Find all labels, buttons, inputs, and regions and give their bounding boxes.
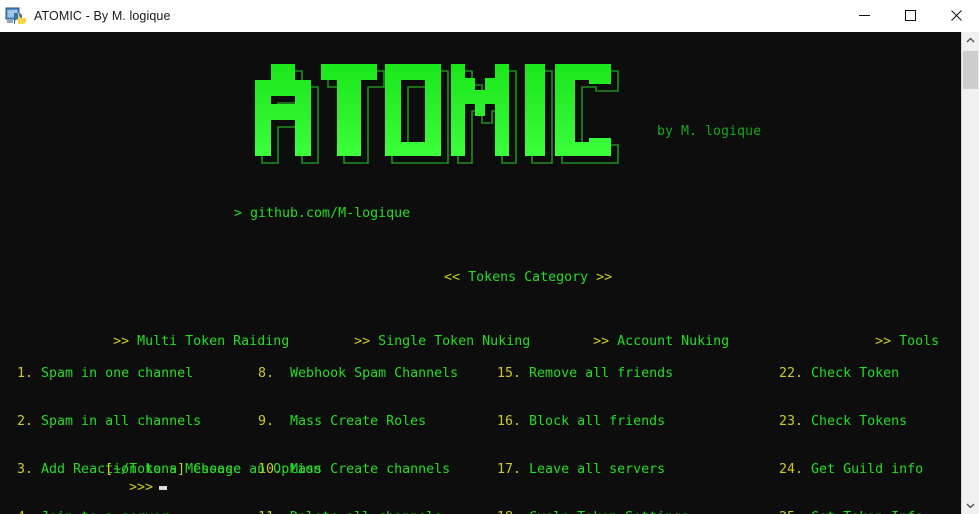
menu-item-number: 25. [779,510,803,514]
maximize-button[interactable] [887,0,933,31]
ascii-banner: by M. logique [255,58,761,168]
menu-item-label: Delete all channels [290,510,442,514]
menu-item[interactable]: 18. Cycle Token Settings [497,510,737,514]
menu-item[interactable]: 17. Leave all servers [497,462,737,478]
menu-item-number: 11. [258,510,282,514]
menu-item[interactable]: 23. Check Tokens [779,414,947,430]
console-area: by M. logique > github.com/M-logique << … [0,32,979,514]
menu-item-number: 2. [17,414,34,429]
menu-item[interactable]: 1. Spam in one channel [17,366,289,382]
menu-column-header: >> Single Token Nuking [258,318,530,349]
github-url-line: > github.com/M-logique [234,206,411,221]
menu-item[interactable]: 22. Check Token [779,366,947,382]
scroll-up-arrow-icon[interactable] [962,32,979,49]
prompt-caret: >>> [129,480,154,495]
menu-item-label: Webhook Spam Channels [290,366,459,381]
menu-column-tools: >> Tools 22. Check Token 23. Check Token… [779,286,947,514]
ascii-logo-atomic [255,64,619,164]
close-button[interactable] [933,0,979,31]
menu-item[interactable]: 25. Get Token Info [779,510,947,514]
menu-item-number: 24. [779,462,804,477]
menu-item-label: Check Token [811,366,900,381]
menu-item-number: 3. [17,462,34,477]
window-title: ATOMIC - By M. logique [34,8,171,23]
menu-item-number: 4. [17,510,33,514]
menu-item[interactable]: 11. Delete all channels [258,510,530,514]
menu-item-number: 9. [258,414,283,429]
menu-item-label: Spam in one channel [41,366,194,381]
menu-item-label: Get Guild info [811,462,924,477]
prompt-message: Choose an Option [185,462,322,477]
menu-item-number: 22. [779,366,804,381]
title-bar: ATOMIC - By M. logique [0,0,979,32]
menu-item-number: 23. [779,414,804,429]
menu-item-label: Check Tokens [811,414,908,429]
header-marker: >> [593,334,610,349]
window-controls [841,0,979,31]
menu-item-number: 17. [497,462,522,477]
terminal-output[interactable]: by M. logique > github.com/M-logique << … [0,32,961,514]
menu-item[interactable]: 8. Webhook Spam Channels [258,366,530,382]
header-marker: >> [113,334,130,349]
menu-item-number: 8. [258,366,283,381]
category-left-marker: << [444,270,461,285]
menu-item-number: 15. [497,366,522,381]
menu-item[interactable]: 9. Mass Create Roles [258,414,530,430]
scroll-down-arrow-icon[interactable] [962,497,979,514]
header-label: Tools [899,334,940,349]
header-label: Account Nuking [617,334,730,349]
menu-column-header: >> Multi Token Raiding [17,318,289,349]
menu-item-number: 1. [17,366,34,381]
prompt-bracket-close: ] [177,462,186,477]
menu-item[interactable]: 2. Spam in all channels [17,414,289,430]
menu-item-label: Cycle Token Settings [529,510,689,514]
menu-column-header: >> Tools [779,318,947,349]
minimize-button[interactable] [841,0,887,31]
menu-column-header: >> Account Nuking [497,318,737,349]
menu-item-label: Mass Create Roles [290,414,427,429]
category-title: Tokens Category [460,270,597,285]
menu-item-label: Leave all servers [529,462,666,477]
menu-item-number: 18. [497,510,521,514]
menu-column-account-nuking: >> Account Nuking 15. Remove all friends… [497,286,737,514]
vertical-scrollbar[interactable] [961,32,979,514]
banner-byline: by M. logique [657,124,762,139]
header-marker: >> [875,334,892,349]
app-window: ATOMIC - By M. logique by M. logique > g… [0,0,979,514]
category-right-marker: >> [596,270,613,285]
menu-item-label: Block all friends [529,414,666,429]
header-marker: >> [354,334,371,349]
menu-item[interactable]: 16. Block all friends [497,414,737,430]
text-cursor [159,486,168,490]
scrollbar-thumb[interactable] [963,51,978,89]
prompt-input-line[interactable]: >>> [65,464,168,512]
menu-item[interactable]: 24. Get Guild info [779,462,947,478]
python-terminal-icon [5,5,27,27]
menu-item-label: Get Token Info [811,510,923,514]
menu-item-label: Spam in all channels [41,414,202,429]
menu-item-number: 16. [497,414,522,429]
menu-item[interactable]: 15. Remove all friends [497,366,737,382]
menu-item-label: Remove all friends [529,366,674,381]
scrollbar-track[interactable] [962,49,979,497]
